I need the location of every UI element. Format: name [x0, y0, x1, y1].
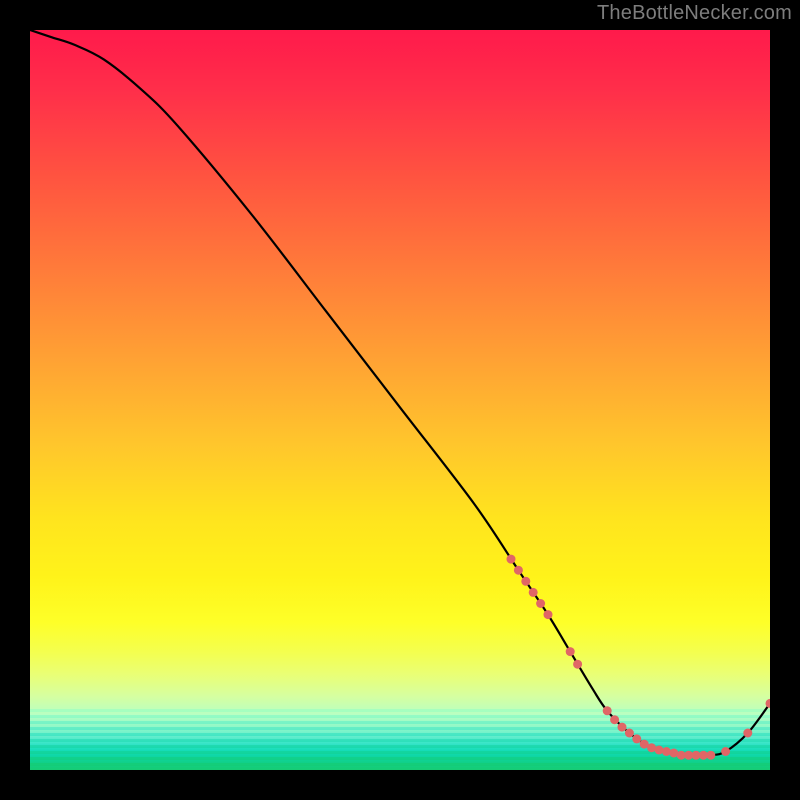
- marker-dot: [706, 751, 715, 760]
- marker-dot: [655, 746, 664, 755]
- marker-dot: [721, 747, 730, 756]
- marker-dot: [632, 734, 641, 743]
- marker-dot: [603, 706, 612, 715]
- marker-dot: [514, 566, 523, 575]
- marker-dot: [625, 729, 634, 738]
- marker-dot: [662, 747, 671, 756]
- curve-markers: [507, 555, 771, 760]
- marker-dot: [529, 588, 538, 597]
- marker-dot: [766, 699, 771, 708]
- marker-dot: [536, 599, 545, 608]
- marker-dot: [507, 555, 516, 564]
- marker-dot: [566, 647, 575, 656]
- marker-dot: [618, 723, 627, 732]
- watermark-label: TheBottleNecker.com: [597, 2, 792, 25]
- marker-dot: [573, 660, 582, 669]
- marker-dot: [610, 715, 619, 724]
- chart-frame: TheBottleNecker.com: [0, 0, 800, 800]
- marker-dot: [743, 729, 752, 738]
- marker-dot: [544, 610, 553, 619]
- bottleneck-curve: [30, 30, 770, 755]
- plot-area: [30, 30, 770, 770]
- chart-svg: [30, 30, 770, 770]
- marker-dot: [521, 577, 530, 586]
